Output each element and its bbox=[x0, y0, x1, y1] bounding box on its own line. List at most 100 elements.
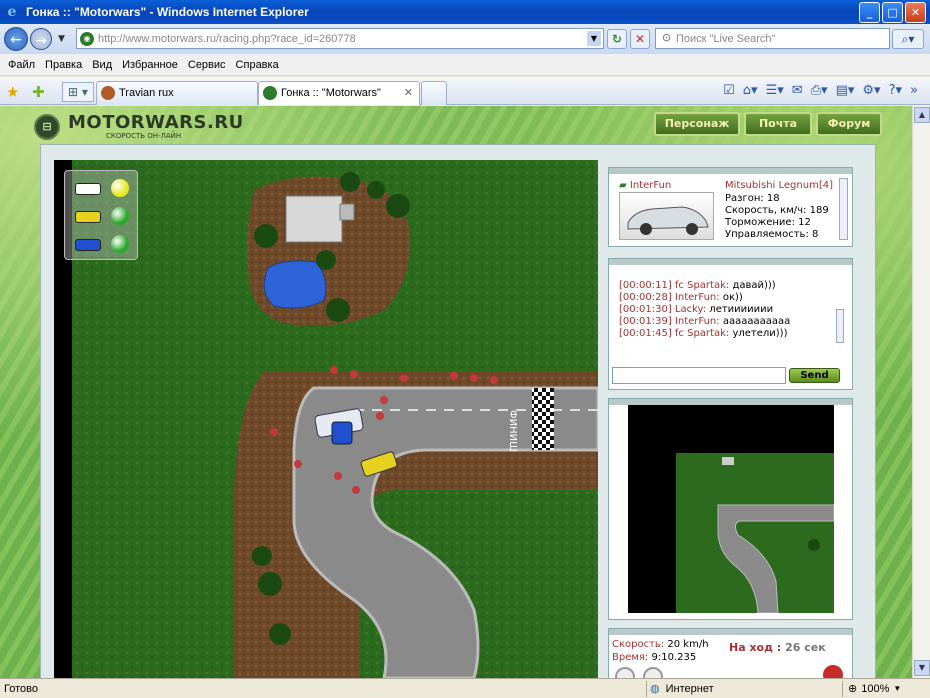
motorwars-favicon-icon bbox=[263, 86, 277, 100]
add-favorite-icon[interactable]: ✚ bbox=[32, 83, 45, 101]
legend-status-dot bbox=[111, 179, 129, 197]
search-button[interactable]: ⌕▾ bbox=[892, 29, 924, 49]
nav-forum-button[interactable]: Форум bbox=[816, 112, 882, 136]
page-scrollbar[interactable]: ▲ ▼ bbox=[912, 106, 930, 678]
turn-timer: На ход : 26 сек bbox=[729, 641, 826, 654]
status-bar: Готово ◍ Интернет ⊕ 100% ▼ bbox=[0, 678, 930, 698]
player-name[interactable]: InterFun bbox=[630, 180, 671, 191]
help-icon[interactable]: ?▾ bbox=[887, 82, 904, 100]
menu-tools[interactable]: Сервис bbox=[188, 59, 226, 71]
print-icon[interactable]: ⎙▾ bbox=[809, 82, 830, 100]
stat-acceleration: Разгон: 18 bbox=[725, 193, 780, 204]
translate-icon[interactable]: ☑ bbox=[721, 82, 737, 100]
globe-icon: ◍ bbox=[650, 683, 660, 695]
chat-message: [00:01:45] fc Spartak: улетели))) bbox=[619, 328, 788, 339]
page-icon[interactable]: ▤▾ bbox=[834, 82, 857, 100]
zoom-icon: ⊕ bbox=[848, 683, 858, 695]
refresh-button[interactable]: ↻ bbox=[607, 29, 627, 49]
chat-message: [00:01:39] InterFun: ааааааааааа bbox=[619, 316, 791, 327]
legend-row bbox=[75, 179, 131, 197]
zoom-dropdown-icon[interactable]: ▼ bbox=[893, 684, 901, 693]
menu-file[interactable]: Файл bbox=[8, 59, 35, 71]
search-provider-icon: ⊙ bbox=[662, 31, 672, 44]
close-button[interactable]: ✕ bbox=[905, 2, 926, 23]
back-button[interactable]: ← bbox=[4, 27, 28, 51]
stop-button[interactable]: ✕ bbox=[630, 29, 650, 49]
menu-favorites[interactable]: Избранное bbox=[122, 59, 178, 71]
legend-status-dot bbox=[111, 207, 129, 225]
favorites-star-icon[interactable]: ★ bbox=[6, 83, 19, 101]
minimize-button[interactable]: _ bbox=[859, 2, 880, 23]
menu-help[interactable]: Справка bbox=[236, 59, 279, 71]
security-zone[interactable]: ◍ Интернет bbox=[650, 682, 714, 696]
tab-motorwars[interactable]: Гонка :: "Motorwars" ✕ bbox=[258, 81, 420, 105]
forward-button[interactable]: → bbox=[30, 28, 52, 50]
maximize-button[interactable]: □ bbox=[882, 2, 903, 23]
url-domain: http://www.motorwars.ru bbox=[98, 32, 216, 45]
tab-travian[interactable]: Travian rux bbox=[96, 81, 258, 105]
player-flag-icon: ▰ bbox=[619, 180, 627, 191]
time-row: Время: 9:10.235 bbox=[612, 651, 709, 664]
car-blue bbox=[331, 421, 353, 445]
send-button[interactable]: Send bbox=[789, 368, 840, 383]
menu-view[interactable]: Вид bbox=[92, 59, 112, 71]
stat-handling: Управляемость: 8 bbox=[725, 229, 819, 240]
nav-mail-button[interactable]: Почта bbox=[744, 112, 812, 136]
player-scrollbar[interactable] bbox=[839, 178, 848, 240]
travian-favicon-icon bbox=[101, 86, 115, 100]
feeds-icon[interactable]: ☰▾ bbox=[764, 82, 786, 100]
tab-bar: ★ ✚ ⊞ ▾ Travian rux Гонка :: "Motorwars"… bbox=[0, 77, 930, 105]
tab-close-icon[interactable]: ✕ bbox=[404, 82, 413, 104]
time-label: Время: bbox=[612, 652, 649, 663]
race-map[interactable]: ФИНИШ bbox=[54, 160, 598, 678]
chat-message: [00:01:30] Lacky: летиииииии bbox=[619, 304, 774, 315]
menu-edit[interactable]: Правка bbox=[45, 59, 82, 71]
new-tab-button[interactable] bbox=[421, 81, 447, 105]
player-car-name: Mitsubishi Legnum[4] bbox=[725, 180, 833, 191]
legend-row bbox=[75, 207, 131, 225]
speed-label: Скорость: bbox=[612, 639, 665, 650]
chat-input[interactable] bbox=[612, 367, 786, 384]
stat-speed: Скорость, км/ч: 189 bbox=[725, 205, 829, 216]
finish-label: ФИНИШ bbox=[507, 410, 518, 452]
site-favicon-icon: ◉ bbox=[80, 31, 94, 46]
research-icon[interactable]: » bbox=[908, 82, 920, 100]
home-icon[interactable]: ⌂▾ bbox=[741, 82, 760, 100]
site-logo[interactable]: ⊟ MOTORWARS.RU СКОРОСТЬ ОН-ЛАЙН bbox=[34, 114, 244, 140]
ie-icon: e bbox=[7, 4, 17, 20]
legend-car-yellow bbox=[75, 211, 101, 223]
quick-tabs-button[interactable]: ⊞ ▾ bbox=[62, 82, 94, 102]
minimap[interactable] bbox=[628, 405, 834, 613]
read-mail-icon[interactable]: ✉ bbox=[790, 82, 805, 100]
speed-row: Скорость: 20 km/h bbox=[612, 638, 709, 651]
zoom-control[interactable]: ⊕ 100% ▼ bbox=[848, 682, 901, 696]
legend-car-blue bbox=[75, 239, 101, 251]
chat-message: [00:00:11] fc Spartak: давай))) bbox=[619, 280, 776, 291]
scroll-up-icon[interactable]: ▲ bbox=[914, 107, 930, 123]
minimap-graphic bbox=[676, 453, 834, 613]
history-dropdown-icon[interactable]: ▼ bbox=[58, 34, 65, 44]
legend-status-dot bbox=[111, 235, 129, 253]
racers-legend bbox=[64, 170, 138, 260]
chat-scrollbar[interactable] bbox=[836, 309, 844, 343]
zoom-level: 100% bbox=[861, 682, 890, 695]
zone-label: Интернет bbox=[665, 682, 714, 695]
scroll-down-icon[interactable]: ▼ bbox=[914, 660, 930, 676]
legend-car-white bbox=[75, 183, 101, 195]
time-value: 9:10.235 bbox=[651, 652, 697, 663]
address-toolbar: ← → ▼ ◉ http://www.motorwars.ru/racing.p… bbox=[0, 24, 930, 54]
menu-bar: Файл Правка Вид Избранное Сервис Справка bbox=[0, 54, 930, 76]
chat-message: [00:00:28] InterFun: ок)) bbox=[619, 292, 743, 303]
legend-row bbox=[75, 235, 131, 253]
address-dropdown-icon[interactable]: ▼ bbox=[587, 31, 601, 46]
search-input[interactable]: ⊙ Поиск "Live Search" bbox=[655, 28, 890, 49]
tools-gear-icon[interactable]: ⚙▾ bbox=[860, 82, 882, 100]
address-input[interactable]: ◉ http://www.motorwars.ru/racing.php?rac… bbox=[76, 28, 604, 49]
url-path: /racing.php?race_id=260778 bbox=[215, 32, 356, 45]
logo-emblem-icon: ⊟ bbox=[34, 114, 60, 140]
nav-character-button[interactable]: Персонаж bbox=[654, 112, 740, 136]
window-title: Гонка :: "Motorwars" - Windows Internet … bbox=[26, 5, 309, 19]
title-bar: e Гонка :: "Motorwars" - Windows Interne… bbox=[0, 0, 930, 24]
search-placeholder: Поиск "Live Search" bbox=[676, 32, 776, 45]
turn-value: 26 сек bbox=[785, 641, 826, 654]
